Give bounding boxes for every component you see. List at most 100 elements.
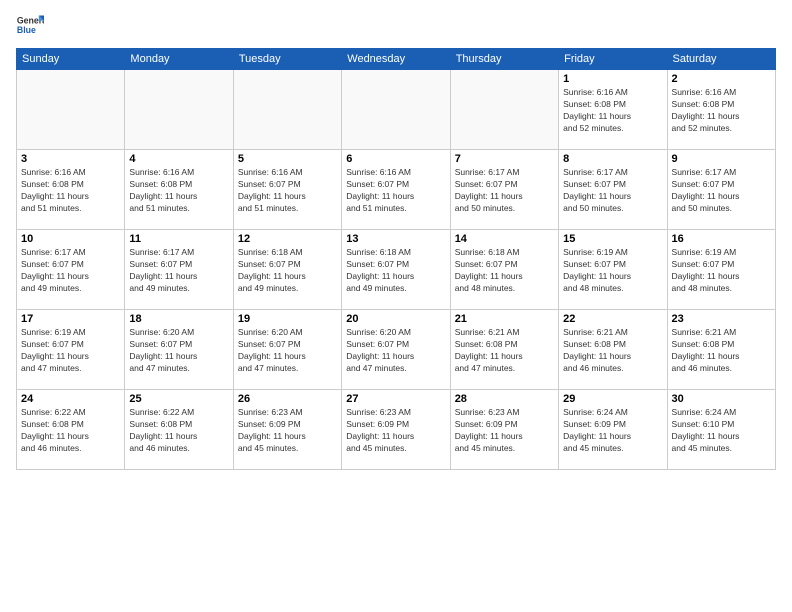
day-info: Sunrise: 6:21 AM Sunset: 6:08 PM Dayligh…	[455, 327, 554, 375]
day-cell: 5 Sunrise: 6:16 AM Sunset: 6:07 PM Daylig…	[233, 150, 341, 230]
weekday-header-saturday: Saturday	[667, 49, 775, 70]
day-number: 11	[129, 233, 228, 245]
day-number: 28	[455, 393, 554, 405]
day-cell: 8Sunrise: 6:17 AM Sunset: 6:07 PM Daylig…	[559, 150, 667, 230]
day-info: Sunrise: 6:19 AM Sunset: 6:07 PM Dayligh…	[672, 247, 771, 295]
week-row-3: 10Sunrise: 6:17 AM Sunset: 6:07 PM Dayli…	[17, 230, 776, 310]
day-cell: 12 Sunrise: 6:18 AM Sunset: 6:07 PM Dayli…	[233, 230, 341, 310]
day-number: 25	[129, 393, 228, 405]
calendar-table: SundayMondayTuesdayWednesdayThursdayFrid…	[16, 48, 776, 470]
day-info: Sunrise: 6:16 AM Sunset: 6:07 PM Dayligh…	[346, 167, 445, 215]
day-number: 14	[455, 233, 554, 245]
day-cell: 29 Sunrise: 6:24 AM Sunset: 6:09 PM Dayli…	[559, 390, 667, 470]
page-header: General Blue	[16, 12, 776, 40]
day-cell: 21 Sunrise: 6:21 AM Sunset: 6:08 PM Dayli…	[450, 310, 558, 390]
day-number: 22	[563, 313, 662, 325]
day-cell	[17, 70, 125, 150]
day-cell	[342, 70, 450, 150]
day-info: Sunrise: 6:22 AM Sunset: 6:08 PM Dayligh…	[21, 407, 120, 455]
day-info: Sunrise: 6:17 AM Sunset: 6:07 PM Dayligh…	[672, 167, 771, 215]
day-cell: 7 Sunrise: 6:17 AM Sunset: 6:07 PM Daylig…	[450, 150, 558, 230]
calendar-body: 1Sunrise: 6:16 AM Sunset: 6:08 PM Daylig…	[17, 70, 776, 470]
day-info: Sunrise: 6:17 AM Sunset: 6:07 PM Dayligh…	[21, 247, 120, 295]
day-info: Sunrise: 6:16 AM Sunset: 6:08 PM Dayligh…	[129, 167, 228, 215]
weekday-header-sunday: Sunday	[17, 49, 125, 70]
day-info: Sunrise: 6:24 AM Sunset: 6:10 PM Dayligh…	[672, 407, 771, 455]
day-cell: 14 Sunrise: 6:18 AM Sunset: 6:07 PM Dayli…	[450, 230, 558, 310]
day-info: Sunrise: 6:19 AM Sunset: 6:07 PM Dayligh…	[21, 327, 120, 375]
day-number: 6	[346, 153, 445, 165]
day-info: Sunrise: 6:17 AM Sunset: 6:07 PM Dayligh…	[563, 167, 662, 215]
day-cell: 3Sunrise: 6:16 AM Sunset: 6:08 PM Daylig…	[17, 150, 125, 230]
day-info: Sunrise: 6:17 AM Sunset: 6:07 PM Dayligh…	[455, 167, 554, 215]
day-number: 26	[238, 393, 337, 405]
day-cell: 23 Sunrise: 6:21 AM Sunset: 6:08 PM Dayli…	[667, 310, 775, 390]
week-row-2: 3Sunrise: 6:16 AM Sunset: 6:08 PM Daylig…	[17, 150, 776, 230]
day-cell: 9 Sunrise: 6:17 AM Sunset: 6:07 PM Daylig…	[667, 150, 775, 230]
day-number: 16	[672, 233, 771, 245]
day-cell: 20 Sunrise: 6:20 AM Sunset: 6:07 PM Dayli…	[342, 310, 450, 390]
day-info: Sunrise: 6:18 AM Sunset: 6:07 PM Dayligh…	[455, 247, 554, 295]
weekday-header-friday: Friday	[559, 49, 667, 70]
day-cell: 10Sunrise: 6:17 AM Sunset: 6:07 PM Dayli…	[17, 230, 125, 310]
day-info: Sunrise: 6:19 AM Sunset: 6:07 PM Dayligh…	[563, 247, 662, 295]
day-info: Sunrise: 6:23 AM Sunset: 6:09 PM Dayligh…	[455, 407, 554, 455]
day-info: Sunrise: 6:24 AM Sunset: 6:09 PM Dayligh…	[563, 407, 662, 455]
day-number: 12	[238, 233, 337, 245]
day-number: 24	[21, 393, 120, 405]
day-number: 9	[672, 153, 771, 165]
day-number: 5	[238, 153, 337, 165]
day-number: 20	[346, 313, 445, 325]
day-info: Sunrise: 6:20 AM Sunset: 6:07 PM Dayligh…	[346, 327, 445, 375]
day-cell	[125, 70, 233, 150]
svg-text:Blue: Blue	[17, 25, 36, 35]
day-number: 29	[563, 393, 662, 405]
day-cell: 26Sunrise: 6:23 AM Sunset: 6:09 PM Dayli…	[233, 390, 341, 470]
day-info: Sunrise: 6:21 AM Sunset: 6:08 PM Dayligh…	[563, 327, 662, 375]
day-cell: 11 Sunrise: 6:17 AM Sunset: 6:07 PM Dayli…	[125, 230, 233, 310]
day-cell	[450, 70, 558, 150]
day-info: Sunrise: 6:20 AM Sunset: 6:07 PM Dayligh…	[238, 327, 337, 375]
day-cell: 17Sunrise: 6:19 AM Sunset: 6:07 PM Dayli…	[17, 310, 125, 390]
day-info: Sunrise: 6:22 AM Sunset: 6:08 PM Dayligh…	[129, 407, 228, 455]
day-info: Sunrise: 6:16 AM Sunset: 6:08 PM Dayligh…	[21, 167, 120, 215]
week-row-4: 17Sunrise: 6:19 AM Sunset: 6:07 PM Dayli…	[17, 310, 776, 390]
day-info: Sunrise: 6:20 AM Sunset: 6:07 PM Dayligh…	[129, 327, 228, 375]
day-number: 19	[238, 313, 337, 325]
day-info: Sunrise: 6:23 AM Sunset: 6:09 PM Dayligh…	[346, 407, 445, 455]
week-row-5: 24 Sunrise: 6:22 AM Sunset: 6:08 PM Dayli…	[17, 390, 776, 470]
day-cell: 22 Sunrise: 6:21 AM Sunset: 6:08 PM Dayli…	[559, 310, 667, 390]
day-number: 23	[672, 313, 771, 325]
day-info: Sunrise: 6:16 AM Sunset: 6:07 PM Dayligh…	[238, 167, 337, 215]
weekday-header-wednesday: Wednesday	[342, 49, 450, 70]
day-number: 15	[563, 233, 662, 245]
day-number: 30	[672, 393, 771, 405]
day-number: 13	[346, 233, 445, 245]
day-number: 27	[346, 393, 445, 405]
day-cell: 1Sunrise: 6:16 AM Sunset: 6:08 PM Daylig…	[559, 70, 667, 150]
weekday-header-monday: Monday	[125, 49, 233, 70]
day-cell: 27 Sunrise: 6:23 AM Sunset: 6:09 PM Dayli…	[342, 390, 450, 470]
day-cell: 28 Sunrise: 6:23 AM Sunset: 6:09 PM Dayli…	[450, 390, 558, 470]
day-info: Sunrise: 6:18 AM Sunset: 6:07 PM Dayligh…	[238, 247, 337, 295]
day-cell: 30 Sunrise: 6:24 AM Sunset: 6:10 PM Dayli…	[667, 390, 775, 470]
day-cell: 2 Sunrise: 6:16 AM Sunset: 6:08 PM Daylig…	[667, 70, 775, 150]
day-info: Sunrise: 6:21 AM Sunset: 6:08 PM Dayligh…	[672, 327, 771, 375]
day-number: 18	[129, 313, 228, 325]
day-number: 7	[455, 153, 554, 165]
day-cell: 18 Sunrise: 6:20 AM Sunset: 6:07 PM Dayli…	[125, 310, 233, 390]
day-cell: 19 Sunrise: 6:20 AM Sunset: 6:07 PM Dayli…	[233, 310, 341, 390]
logo: General Blue	[16, 12, 44, 40]
day-info: Sunrise: 6:17 AM Sunset: 6:07 PM Dayligh…	[129, 247, 228, 295]
day-cell: 13 Sunrise: 6:18 AM Sunset: 6:07 PM Dayli…	[342, 230, 450, 310]
logo-icon: General Blue	[16, 12, 44, 40]
day-number: 2	[672, 73, 771, 85]
day-info: Sunrise: 6:16 AM Sunset: 6:08 PM Dayligh…	[672, 87, 771, 135]
day-cell	[233, 70, 341, 150]
weekday-header-thursday: Thursday	[450, 49, 558, 70]
day-info: Sunrise: 6:18 AM Sunset: 6:07 PM Dayligh…	[346, 247, 445, 295]
day-number: 21	[455, 313, 554, 325]
day-cell: 15 Sunrise: 6:19 AM Sunset: 6:07 PM Dayli…	[559, 230, 667, 310]
weekday-header-row: SundayMondayTuesdayWednesdayThursdayFrid…	[17, 49, 776, 70]
day-cell: 16 Sunrise: 6:19 AM Sunset: 6:07 PM Dayli…	[667, 230, 775, 310]
